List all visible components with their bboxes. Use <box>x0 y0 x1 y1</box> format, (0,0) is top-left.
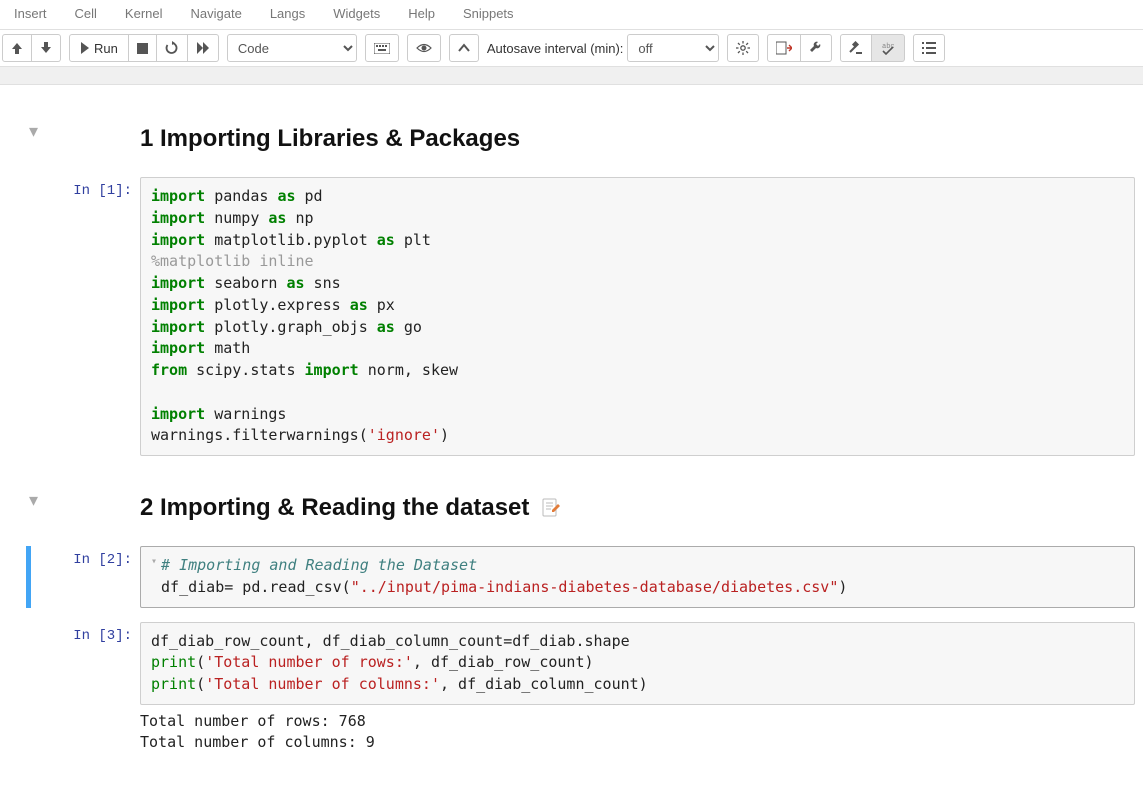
prompt-empty <box>38 484 140 542</box>
menu-cell[interactable]: Cell <box>61 2 111 25</box>
interrupt-button[interactable] <box>129 34 157 62</box>
scroll-up-button[interactable] <box>449 34 479 62</box>
settings-button[interactable] <box>727 34 759 62</box>
list-button[interactable] <box>913 34 945 62</box>
spellcheck-button[interactable]: abc <box>872 34 905 62</box>
menu-insert[interactable]: Insert <box>0 2 61 25</box>
menu-widgets[interactable]: Widgets <box>319 2 394 25</box>
move-up-button[interactable] <box>2 34 32 62</box>
notes-icon <box>539 497 561 519</box>
autosave-select[interactable]: off <box>627 34 719 62</box>
autosave-label: Autosave interval (min): <box>487 41 624 56</box>
move-down-button[interactable] <box>32 34 61 62</box>
code-input[interactable]: df_diab_row_count, df_diab_column_count=… <box>140 622 1135 705</box>
cell-prompt: In [3]: <box>38 622 140 753</box>
fold-icon[interactable]: ▾ <box>151 555 157 570</box>
menu-langs[interactable]: Langs <box>256 2 319 25</box>
collapse-icon[interactable]: ▾ <box>29 121 38 142</box>
nbextension-button[interactable] <box>767 34 801 62</box>
code-cell-1[interactable]: In [1]: import pandas as pd import numpy… <box>8 177 1135 456</box>
menu-bar: Insert Cell Kernel Navigate Langs Widget… <box>0 0 1143 30</box>
menu-snippets[interactable]: Snippets <box>449 2 528 25</box>
gavel-button[interactable] <box>840 34 872 62</box>
toolbar: Run Code Autosave interval (min): off ab… <box>0 30 1143 67</box>
restart-run-all-button[interactable] <box>188 34 219 62</box>
code-input[interactable]: ▾# Importing and Reading the Dataset df_… <box>140 546 1135 608</box>
restart-button[interactable] <box>157 34 188 62</box>
code-input[interactable]: import pandas as pd import numpy as np i… <box>140 177 1135 456</box>
menu-kernel[interactable]: Kernel <box>111 2 177 25</box>
code-cell-3[interactable]: In [3]: df_diab_row_count, df_diab_colum… <box>8 622 1135 753</box>
cell-prompt: In [1]: <box>38 177 140 456</box>
section-2-heading: 2 Importing & Reading the dataset <box>140 494 1135 522</box>
cell-type-select[interactable]: Code <box>227 34 357 62</box>
markdown-cell[interactable]: ▾ 1 Importing Libraries & Packages <box>8 115 1135 173</box>
cell-prompt: In [2]: <box>38 546 140 608</box>
menu-help[interactable]: Help <box>394 2 449 25</box>
code-cell-2[interactable]: In [2]: ▾# Importing and Reading the Dat… <box>8 546 1135 608</box>
prompt-empty <box>38 115 140 173</box>
header-spacer <box>0 67 1143 85</box>
cell-output: Total number of rows: 768 Total number o… <box>140 705 1135 753</box>
notebook-container: ▾ 1 Importing Libraries & Packages In [1… <box>0 85 1143 787</box>
section-1-heading: 1 Importing Libraries & Packages <box>140 125 1135 153</box>
run-button-label: Run <box>94 41 118 56</box>
markdown-cell[interactable]: ▾ 2 Importing & Reading the dataset <box>8 484 1135 542</box>
collapse-icon[interactable]: ▾ <box>29 490 38 511</box>
tools-button[interactable] <box>801 34 832 62</box>
command-palette-button[interactable] <box>365 34 399 62</box>
menu-navigate[interactable]: Navigate <box>177 2 256 25</box>
toggle-preview-button[interactable] <box>407 34 441 62</box>
run-button[interactable]: Run <box>69 34 129 62</box>
